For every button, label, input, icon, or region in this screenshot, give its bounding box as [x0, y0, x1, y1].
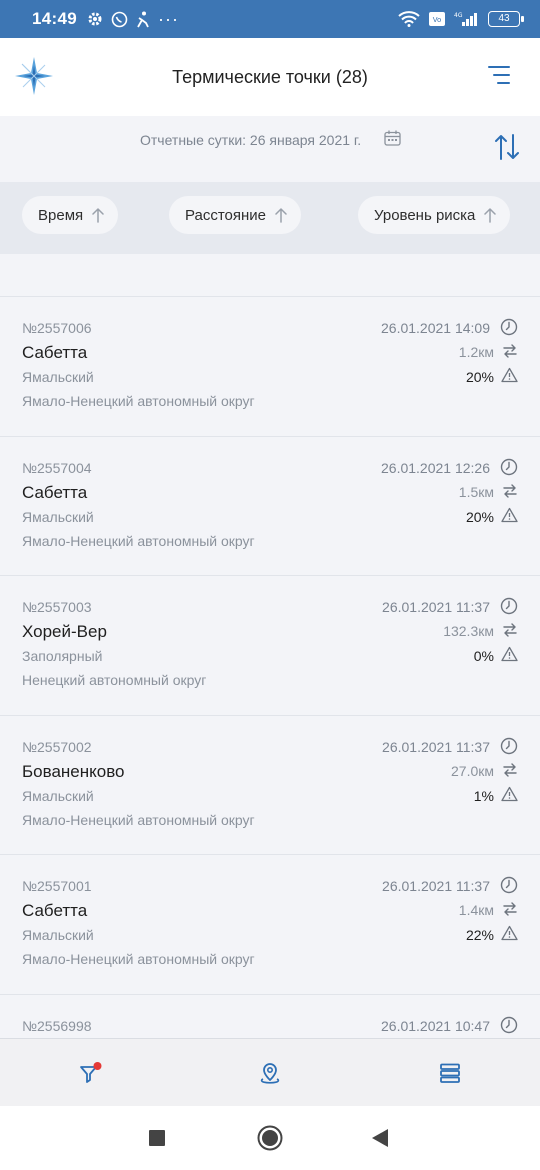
arrow-up-icon: [92, 207, 104, 223]
menu-icon-line: [497, 82, 510, 84]
settlement-name: Сабетта: [22, 482, 88, 502]
home-circle-icon[interactable]: [257, 1125, 283, 1151]
status-time: 14:49: [32, 9, 77, 28]
thermal-point-card[interactable]: №2557006 Сабетта Ямальский Ямало-Ненецки…: [0, 297, 540, 437]
page-title: Термические точки (28): [172, 66, 368, 87]
record-number: №2557003: [22, 599, 92, 615]
route-arrows-icon: [503, 483, 517, 498]
record-number: №2557001: [22, 878, 92, 894]
thermal-point-card[interactable]: №2557001 Сабетта Ямальский Ямало-Ненецки…: [0, 855, 540, 995]
battery-icon: 43: [488, 11, 524, 27]
svg-text:Vo: Vo: [433, 16, 442, 24]
menu-button[interactable]: [488, 66, 510, 86]
date-bar: Отчетные сутки: 26 января 2021 г.: [0, 116, 540, 182]
clock-icon: [500, 1016, 518, 1033]
thermal-point-card[interactable]: №2557004 Сабетта Ямальский Ямало-Ненецки…: [0, 437, 540, 576]
record-datetime: 26.01.2021 11:37: [382, 738, 490, 755]
region-name: Ненецкий автономный округ: [22, 672, 207, 688]
menu-icon-line: [493, 74, 510, 76]
filter-icon[interactable]: [78, 1061, 102, 1085]
arrow-up-icon: [484, 207, 497, 223]
back-triangle-icon[interactable]: [372, 1129, 388, 1147]
district-name: Ямальский: [22, 787, 94, 804]
clock-icon: [500, 318, 518, 336]
district-name: Заполярный: [22, 648, 103, 664]
settings-gear-icon: [88, 12, 102, 26]
thermal-points-list[interactable]: №2557006 Сабетта Ямальский Ямало-Ненецки…: [0, 254, 540, 1038]
app-header: Термические точки (28): [0, 38, 540, 116]
report-date: Отчетные сутки: 26 января 2021 г.: [140, 132, 362, 148]
volte-icon: Vo: [429, 12, 445, 26]
list-icon[interactable]: [438, 1061, 462, 1085]
settlement-name: Сабетта: [22, 901, 88, 920]
settlement-name: Сабетта: [22, 343, 88, 362]
region-name: Ямало-Ненецкий автономный округ: [22, 532, 255, 549]
distance-value: 1.2км: [458, 344, 494, 360]
risk-value: 1%: [473, 787, 494, 804]
district-name: Ямальский: [22, 508, 94, 525]
record-number: №2557002: [22, 738, 92, 755]
region-name: Ямало-Ненецкий автономный округ: [22, 811, 255, 828]
distance-value: 27.0км: [451, 762, 494, 779]
sort-by-risk-button[interactable]: Уровень риска: [358, 196, 511, 234]
clock-icon: [500, 876, 518, 894]
record-datetime: 26.01.2021 10:47: [381, 1017, 490, 1034]
sort-order-icon[interactable]: [494, 132, 520, 162]
sort-by-time-button[interactable]: Время: [22, 196, 119, 234]
district-name: Ямальский: [22, 369, 94, 385]
region-name: Ямало-Ненецкий автономный округ: [22, 951, 255, 967]
map-pin-icon[interactable]: [258, 1061, 282, 1085]
sort-by-distance-button[interactable]: Расстояние: [169, 196, 302, 234]
district-name: Ямальский: [22, 927, 94, 943]
whatsapp-icon: [111, 11, 128, 27]
record-datetime: 26.01.2021 14:09: [381, 320, 490, 336]
record-datetime: 26.01.2021 12:26: [381, 459, 490, 476]
calendar-icon[interactable]: [384, 130, 401, 146]
warning-icon: [501, 925, 518, 941]
region-name: Ямало-Ненецкий автономный округ: [22, 393, 255, 409]
risk-value: 22%: [465, 927, 494, 943]
record-datetime: 26.01.2021 11:37: [382, 878, 490, 894]
thermal-point-card[interactable]: №2556998 26.01.2021 10:47: [0, 995, 540, 1039]
bottom-navigation: [0, 1038, 540, 1106]
distance-value: 132.3км: [443, 623, 494, 639]
risk-value: 20%: [465, 508, 494, 525]
warning-icon: [501, 367, 518, 383]
wifi-icon: [398, 11, 420, 27]
warning-icon: [501, 646, 518, 662]
risk-value: 20%: [465, 369, 494, 385]
distance-value: 1.5км: [458, 483, 494, 500]
record-number: №2556998: [22, 1017, 92, 1034]
clock-icon: [500, 597, 518, 615]
signal-icon: 4G: [454, 12, 477, 26]
thermal-point-card[interactable]: №2557002 Бованенково Ямальский Ямало-Нен…: [0, 716, 540, 855]
clock-icon: [500, 737, 518, 754]
settlement-name: Бованенково: [22, 761, 125, 781]
recent-apps-square-icon[interactable]: [149, 1130, 165, 1146]
route-arrows-icon: [503, 623, 517, 637]
svg-text:4G: 4G: [454, 12, 463, 19]
route-arrows-icon: [503, 344, 517, 358]
record-number: №2557006: [22, 320, 92, 336]
arrow-up-icon: [275, 207, 287, 223]
accessibility-icon: [137, 11, 149, 27]
distance-value: 1.4км: [458, 902, 494, 918]
thermal-point-card[interactable]: №2557003 Хорей-Вер Заполярный Ненецкий а…: [0, 576, 540, 716]
clock-icon: [500, 458, 518, 475]
route-arrows-icon: [503, 762, 517, 777]
settlement-name: Хорей-Вер: [22, 622, 107, 641]
record-datetime: 26.01.2021 11:37: [382, 599, 490, 615]
status-bar: 14:49 ··· Vo 4G 43: [0, 0, 540, 38]
risk-value: 0%: [473, 648, 494, 664]
system-navigation-bar: [0, 1106, 540, 1170]
record-number: №2557004: [22, 459, 92, 476]
sort-filter-bar: Время Расстояние Уровень риска: [0, 182, 540, 254]
warning-icon: [501, 507, 518, 522]
route-arrows-icon: [503, 902, 517, 916]
more-notifications-icon: ···: [157, 8, 179, 29]
compass-logo-icon: [15, 57, 53, 95]
menu-icon-line: [488, 66, 510, 68]
warning-icon: [501, 786, 518, 801]
